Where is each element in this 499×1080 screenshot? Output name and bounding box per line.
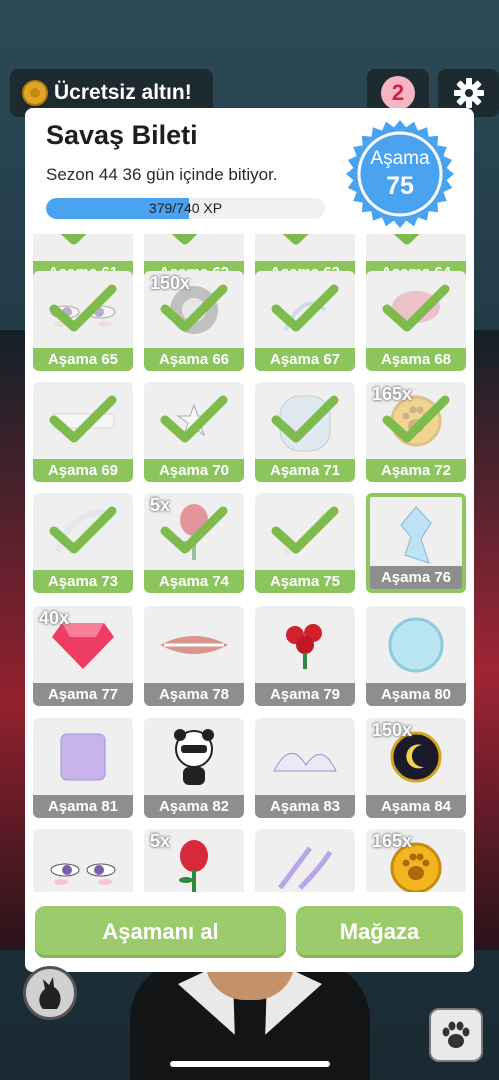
checkmark-icon <box>160 395 228 443</box>
free-gold-label: Ücretsiz altın! <box>54 81 192 104</box>
tier-badge-label: Aşama <box>370 148 430 169</box>
tier-tile[interactable]: Aşama 79 <box>255 606 355 706</box>
xp-text: 379/740 XP <box>148 200 223 216</box>
tier-tile[interactable]: Aşama 67 <box>255 271 355 371</box>
crystal-icon <box>370 497 462 574</box>
reward-quantity: 150x <box>150 273 191 293</box>
battle-pass-modal: Savaş Bileti Sezon 44 36 gün içinde biti… <box>25 108 474 972</box>
advance-tier-button[interactable]: Aşamanı al <box>35 906 286 958</box>
gear-icon <box>453 78 484 108</box>
tier-tile[interactable]: Aşama 70 <box>144 382 244 482</box>
tier-label: Aşama 73 <box>33 570 133 593</box>
tier-label: Aşama 67 <box>255 348 355 371</box>
tier-tile[interactable]: 165x Aşama 72 <box>366 382 466 482</box>
tier-badge-number: 75 <box>386 172 414 200</box>
checkmark-icon <box>382 284 450 332</box>
ribbon-icon <box>255 829 355 894</box>
tier-grid[interactable]: Aşama 61Aşama 62Aşama 63Aşama 64Aşama 65… <box>25 234 474 894</box>
tier-label: Aşama 68 <box>366 348 466 371</box>
tier-label: Aşama 83 <box>255 795 355 818</box>
tier-tile[interactable]: Aşama 76 <box>366 493 466 593</box>
modal-footer: Aşamanı al Mağaza <box>25 892 474 972</box>
checkmark-icon <box>282 234 309 245</box>
tier-tile[interactable]: Aşama 69 <box>33 382 133 482</box>
tier-label: Aşama 69 <box>33 459 133 482</box>
checkmark-icon <box>49 284 117 332</box>
tier-tile[interactable]: 150x Aşama 66 <box>144 271 244 371</box>
xp-progress-bar: 379/740 XP <box>46 198 325 219</box>
tier-tile[interactable]: 150x Aşama 84 <box>366 718 466 818</box>
tier-tile[interactable]: Aşama 73 <box>33 493 133 593</box>
tier-tile[interactable]: Aşama 65 <box>33 271 133 371</box>
tier-tile[interactable]: Aşama 68 <box>366 271 466 371</box>
tier-badge: Aşama 75 <box>345 120 455 228</box>
tier-tile[interactable]: 5x <box>144 829 244 894</box>
tier-tile[interactable]: 165x <box>366 829 466 894</box>
tier-label: Aşama 66 <box>144 348 244 371</box>
reward-quantity: 150x <box>372 720 413 740</box>
tier-label: Aşama 74 <box>144 570 244 593</box>
tier-label: Aşama 65 <box>33 348 133 371</box>
tier-tile[interactable]: 5x Aşama 74 <box>144 493 244 593</box>
tier-label: Aşama 82 <box>144 795 244 818</box>
modal-header: Savaş Bileti Sezon 44 36 gün içinde biti… <box>25 108 474 234</box>
tier-tile[interactable]: Aşama 81 <box>33 718 133 818</box>
checkmark-icon <box>49 506 117 554</box>
tier-label: Aşama 76 <box>370 566 462 589</box>
tier-label: Aşama 72 <box>366 459 466 482</box>
tier-label: Aşama 71 <box>255 459 355 482</box>
box-icon <box>33 718 133 795</box>
wings-icon <box>255 718 355 795</box>
tier-label: Aşama 78 <box>144 683 244 706</box>
panda-icon <box>144 718 244 795</box>
home-indicator <box>170 1061 330 1067</box>
reward-quantity: 40x <box>39 608 70 628</box>
paw-icon <box>442 1021 470 1048</box>
eyes-icon <box>33 829 133 894</box>
tier-label: Aşama 84 <box>366 795 466 818</box>
lips-icon <box>144 606 244 683</box>
checkmark-icon <box>49 395 117 443</box>
notification-count: 2 <box>381 76 415 110</box>
tier-label: Aşama 80 <box>366 683 466 706</box>
tier-label: Aşama 77 <box>33 683 133 706</box>
tier-label: Aşama 81 <box>33 795 133 818</box>
tier-tile[interactable]: 40x Aşama 77 <box>33 606 133 706</box>
tier-tile[interactable]: Aşama 71 <box>255 382 355 482</box>
tier-label: Aşama 79 <box>255 683 355 706</box>
tier-tile[interactable]: Aşama 78 <box>144 606 244 706</box>
paw-button[interactable] <box>429 1008 483 1062</box>
modal-title: Savaş Bileti <box>46 120 198 150</box>
cat-silhouette-icon <box>39 977 61 1009</box>
reward-quantity: 165x <box>372 831 413 851</box>
season-countdown: Sezon 44 36 gün içinde bitiyor. <box>46 165 278 184</box>
reward-quantity: 165x <box>372 384 413 404</box>
reward-quantity: 5x <box>150 831 171 851</box>
tier-tile[interactable]: Aşama 82 <box>144 718 244 818</box>
checkmark-icon <box>271 284 339 332</box>
checkmark-icon <box>271 395 339 443</box>
roses-bouquet-icon <box>255 606 355 683</box>
shop-button[interactable]: Mağaza <box>296 906 463 958</box>
tier-tile[interactable] <box>33 829 133 894</box>
checkmark-icon <box>171 234 198 245</box>
reward-quantity: 5x <box>150 495 171 515</box>
coin-icon <box>22 80 48 106</box>
checkmark-icon <box>60 234 87 245</box>
tier-tile[interactable]: Aşama 75 <box>255 493 355 593</box>
pet-avatar-button[interactable] <box>23 966 77 1020</box>
orb-icon <box>366 606 466 683</box>
tier-label: Aşama 75 <box>255 570 355 593</box>
checkmark-icon <box>393 234 420 245</box>
tier-tile[interactable] <box>255 829 355 894</box>
tier-label: Aşama 70 <box>144 459 244 482</box>
checkmark-icon <box>271 506 339 554</box>
tier-tile[interactable]: Aşama 83 <box>255 718 355 818</box>
tier-tile[interactable]: Aşama 80 <box>366 606 466 706</box>
